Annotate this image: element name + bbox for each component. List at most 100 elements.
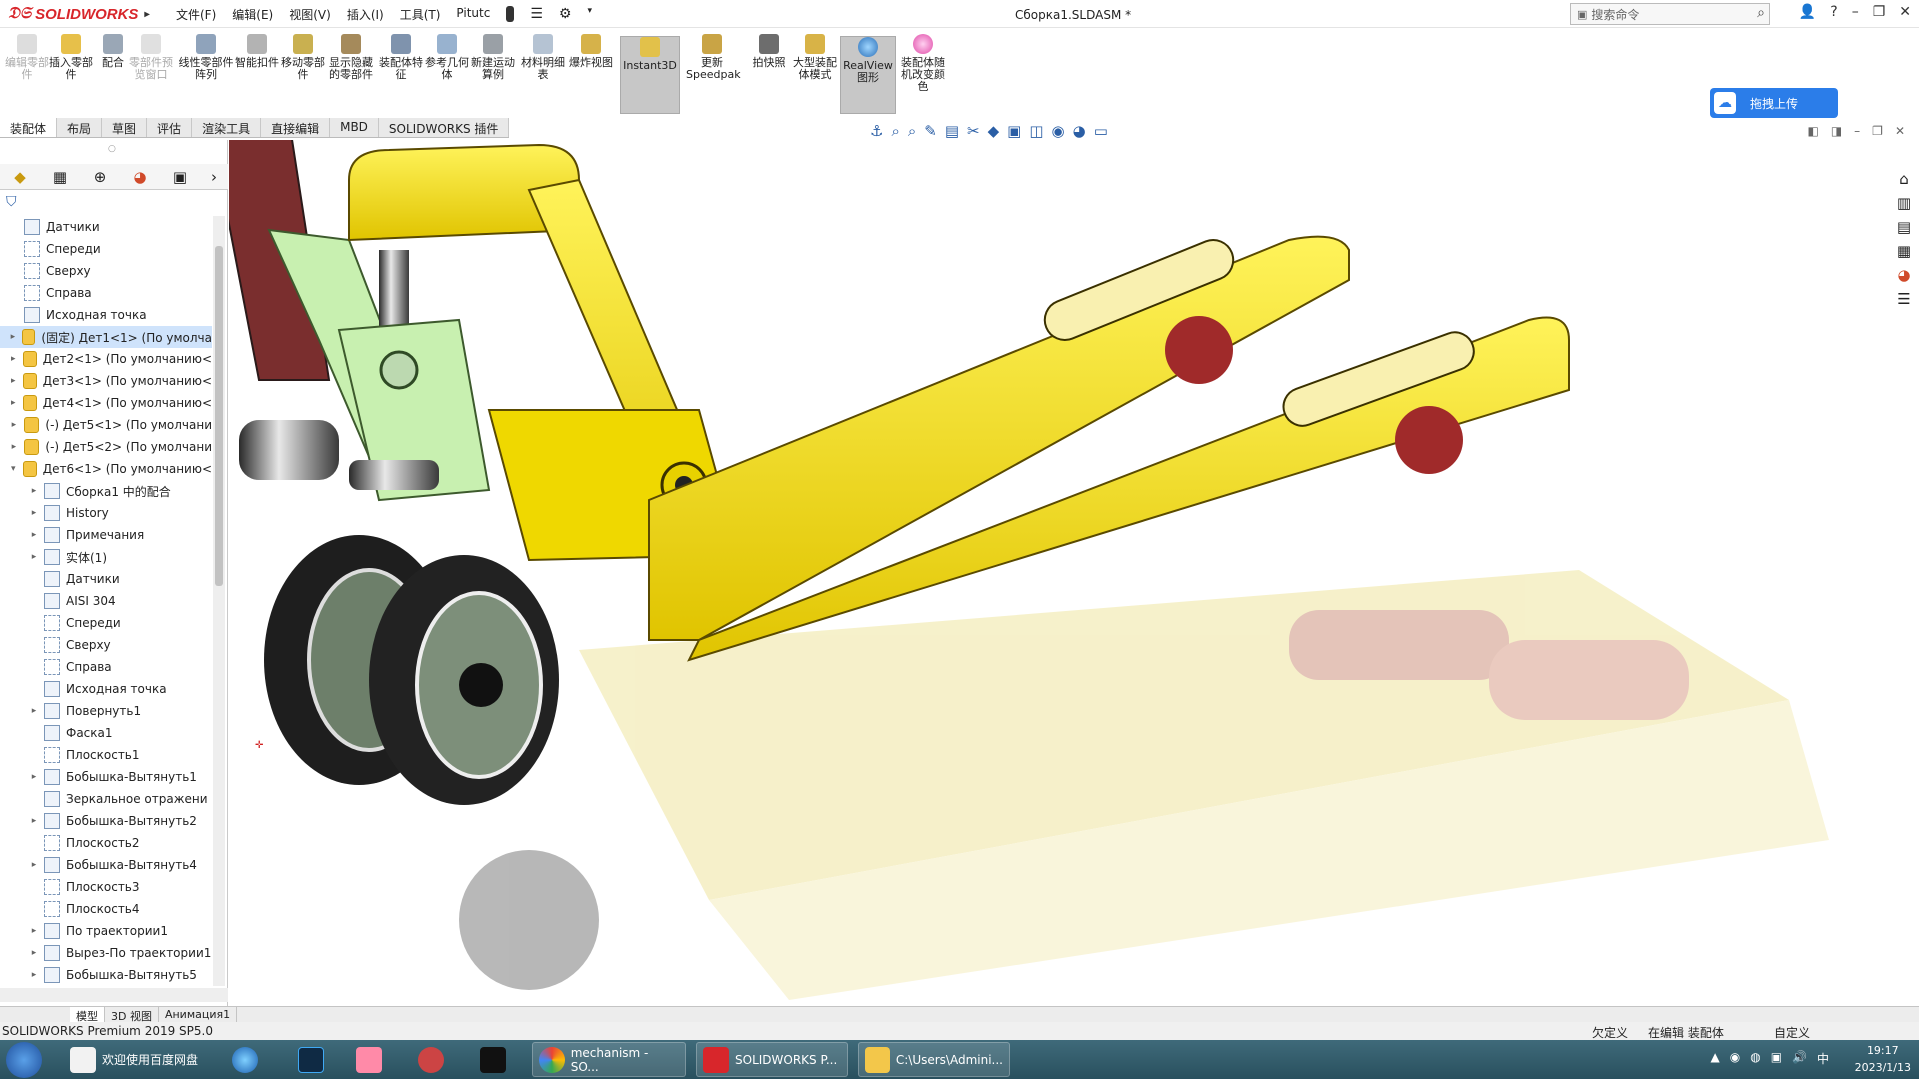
graphics-area[interactable]: ⌂ ▥ ▤ ▦ ◕ ☰ ✛ — [229, 140, 1919, 1006]
tray-volume-icon[interactable]: 🔊 — [1792, 1050, 1807, 1067]
tree-expander-icon[interactable]: ▸ — [28, 486, 40, 496]
tree-item[interactable]: Плоскость4 — [0, 898, 212, 920]
tree-item[interactable]: ▸ По траектории1 — [0, 920, 212, 942]
update-speedpak-button[interactable]: 更新Speedpak — [686, 34, 741, 81]
tree-item[interactable]: Исходная точка — [0, 304, 212, 326]
tab-assembly[interactable]: 装配体 — [0, 118, 58, 137]
edit-component-button[interactable]: 编辑零部件 — [4, 34, 50, 81]
taskbar-browser[interactable] — [232, 1042, 264, 1077]
tree-item[interactable]: Сверху — [0, 260, 212, 282]
viewport-prev-icon[interactable]: ◧ — [1807, 124, 1818, 138]
hide-show-items-icon[interactable]: ◫ — [1029, 122, 1043, 140]
help-icon[interactable]: ? — [1830, 4, 1837, 20]
appearances-icon[interactable]: ◕ — [1897, 266, 1910, 284]
search-input[interactable]: ▣ 搜索命令 ⌕ — [1570, 3, 1770, 25]
drag-upload-button[interactable]: ☁ 拖拽上传 — [1710, 88, 1838, 118]
previous-view-icon[interactable]: ✎ — [924, 122, 937, 140]
user-icon[interactable]: 👤 — [1799, 4, 1816, 20]
exploded-view-button[interactable]: 爆炸视图 — [568, 34, 614, 69]
viewport-minimize-icon[interactable]: – — [1854, 124, 1860, 138]
tree-item[interactable]: ▸ Повернуть1 — [0, 700, 212, 722]
tree-item[interactable]: ▸ Бобышка-Вытянуть2 — [0, 810, 212, 832]
traffic-light-icon[interactable] — [506, 6, 515, 22]
tray-ime-icon[interactable]: 中 — [1817, 1050, 1829, 1067]
tab-3d-views[interactable]: 3D 视图 — [105, 1007, 159, 1023]
units-selector[interactable]: 自定义 — [1774, 1024, 1810, 1041]
tree-item[interactable]: ▸ (-) Дет5<2> (По умолчани — [0, 436, 212, 458]
design-library-icon[interactable]: ▥ — [1897, 194, 1911, 212]
tree-item[interactable]: AISI 304 — [0, 590, 212, 612]
realview-graphics-button[interactable]: RealView图形 — [840, 36, 896, 114]
menu-file[interactable]: 文件(F) — [176, 6, 216, 23]
tree-expander-icon[interactable]: ▸ — [28, 970, 40, 980]
taskbar-app-ok[interactable] — [480, 1042, 512, 1077]
tree-item[interactable]: ▸ Примечания — [0, 524, 212, 546]
gear-icon[interactable]: ⚙ — [559, 6, 572, 23]
tab-mbd[interactable]: MBD — [330, 118, 379, 137]
tab-sketch[interactable]: 草图 — [102, 118, 148, 137]
new-motion-study-button[interactable]: 新建运动算例 — [470, 34, 516, 81]
tree-item[interactable]: ▸ 实体(1) — [0, 546, 212, 568]
menu-tools[interactable]: 工具(T) — [400, 6, 441, 23]
custom-properties-icon[interactable]: ☰ — [1897, 290, 1910, 308]
view-settings-icon[interactable]: ▭ — [1094, 122, 1108, 140]
bill-of-materials-button[interactable]: 材料明细表 — [520, 34, 566, 81]
tree-item[interactable]: ▸ History — [0, 502, 212, 524]
tree-expander-icon[interactable]: ▸ — [8, 332, 18, 342]
tree-item[interactable]: Исходная точка — [0, 678, 212, 700]
tree-expander-icon[interactable]: ▾ — [8, 464, 19, 474]
tree-item[interactable]: Спереди — [0, 612, 212, 634]
options-list-icon[interactable]: ☰ — [530, 6, 543, 23]
tree-item[interactable]: ▸ Дет2<1> (По умолчанию< — [0, 348, 212, 370]
taskbar-mechanism[interactable]: mechanism - SO... — [532, 1042, 686, 1077]
tree-item[interactable]: Плоскость3 — [0, 876, 212, 898]
restore-icon[interactable]: ❐ — [1873, 4, 1886, 20]
show-hidden-components-button[interactable]: 显示隐藏的零部件 — [328, 34, 374, 81]
tree-expander-icon[interactable]: ▸ — [8, 398, 19, 408]
tree-expander-icon[interactable]: ▸ — [28, 772, 40, 782]
tree-item[interactable]: Фаска1 — [0, 722, 212, 744]
tray-network-icon[interactable]: ▣ — [1771, 1050, 1782, 1067]
tree-item[interactable]: ▸ Бобышка-Вытянуть5 — [0, 964, 212, 986]
tree-item[interactable]: Датчики — [0, 216, 212, 238]
zoom-to-fit-icon[interactable]: ⌕ — [891, 122, 899, 140]
insert-component-button[interactable]: 插入零部件 — [48, 34, 94, 81]
reference-geometry-button[interactable]: 参考几何体 — [424, 34, 470, 81]
pallet-truck-model[interactable] — [229, 140, 1919, 1006]
tree-item[interactable]: ▸ Вырез-По траектории1 — [0, 942, 212, 964]
tree-item[interactable]: Датчики — [0, 568, 212, 590]
tree-item[interactable]: Справа — [0, 282, 212, 304]
smart-fasteners-button[interactable]: 智能扣件 — [234, 34, 280, 69]
origin-view-icon[interactable]: ⚓ — [870, 122, 883, 140]
tree-expander-icon[interactable]: ▸ — [28, 948, 40, 958]
menu-edit[interactable]: 编辑(E) — [232, 6, 273, 23]
display-style-icon[interactable]: ▣ — [1007, 122, 1021, 140]
tab-evaluate[interactable]: 评估 — [147, 118, 193, 137]
tray-qq-icon[interactable]: ◍ — [1750, 1050, 1760, 1067]
menu-insert[interactable]: 插入(I) — [347, 6, 384, 23]
tree-item[interactable]: Зеркальное отражени — [0, 788, 212, 810]
tree-item[interactable]: Плоскость2 — [0, 832, 212, 854]
tree-item[interactable]: ▸ (固定) Дет1<1> (По умолча — [0, 326, 212, 348]
zoom-to-area-icon[interactable]: ⌕ — [908, 122, 916, 140]
tree-item[interactable]: ▾ Дет6<1> (По умолчанию< — [0, 458, 212, 480]
tree-item[interactable]: ▸ (-) Дет5<1> (По умолчани — [0, 414, 212, 436]
tree-expander-icon[interactable]: ▸ — [28, 508, 40, 518]
tray-wechat-icon[interactable]: ◉ — [1730, 1050, 1740, 1067]
dimxpert-tab-icon[interactable]: ▣ — [160, 164, 200, 190]
tab-layout[interactable]: 布局 — [57, 118, 103, 137]
tree-expander-icon[interactable]: ▸ — [28, 860, 40, 870]
tree-expander-icon[interactable]: ▸ — [28, 926, 40, 936]
display-manager-tab-icon[interactable]: ◕ — [120, 164, 160, 190]
taskbar-solidworks[interactable]: SOLIDWORKS P... — [696, 1042, 848, 1077]
tree-item[interactable]: ▸ Сборка1 中的配合 — [0, 480, 212, 502]
close-icon[interactable]: ✕ — [1899, 4, 1911, 20]
large-assembly-mode-button[interactable]: 大型装配体模式 — [792, 34, 838, 81]
menu-view[interactable]: 视图(V) — [289, 6, 331, 23]
tab-model[interactable]: 模型 — [70, 1007, 105, 1023]
property-manager-tab-icon[interactable]: ▦ — [40, 164, 80, 190]
viewport-close-icon[interactable]: ✕ — [1895, 124, 1905, 138]
tree-item[interactable]: ▸ Дет3<1> (По умолчанию< — [0, 370, 212, 392]
start-button[interactable] — [6, 1042, 42, 1078]
apply-scene-icon[interactable]: ◕ — [1073, 122, 1086, 140]
